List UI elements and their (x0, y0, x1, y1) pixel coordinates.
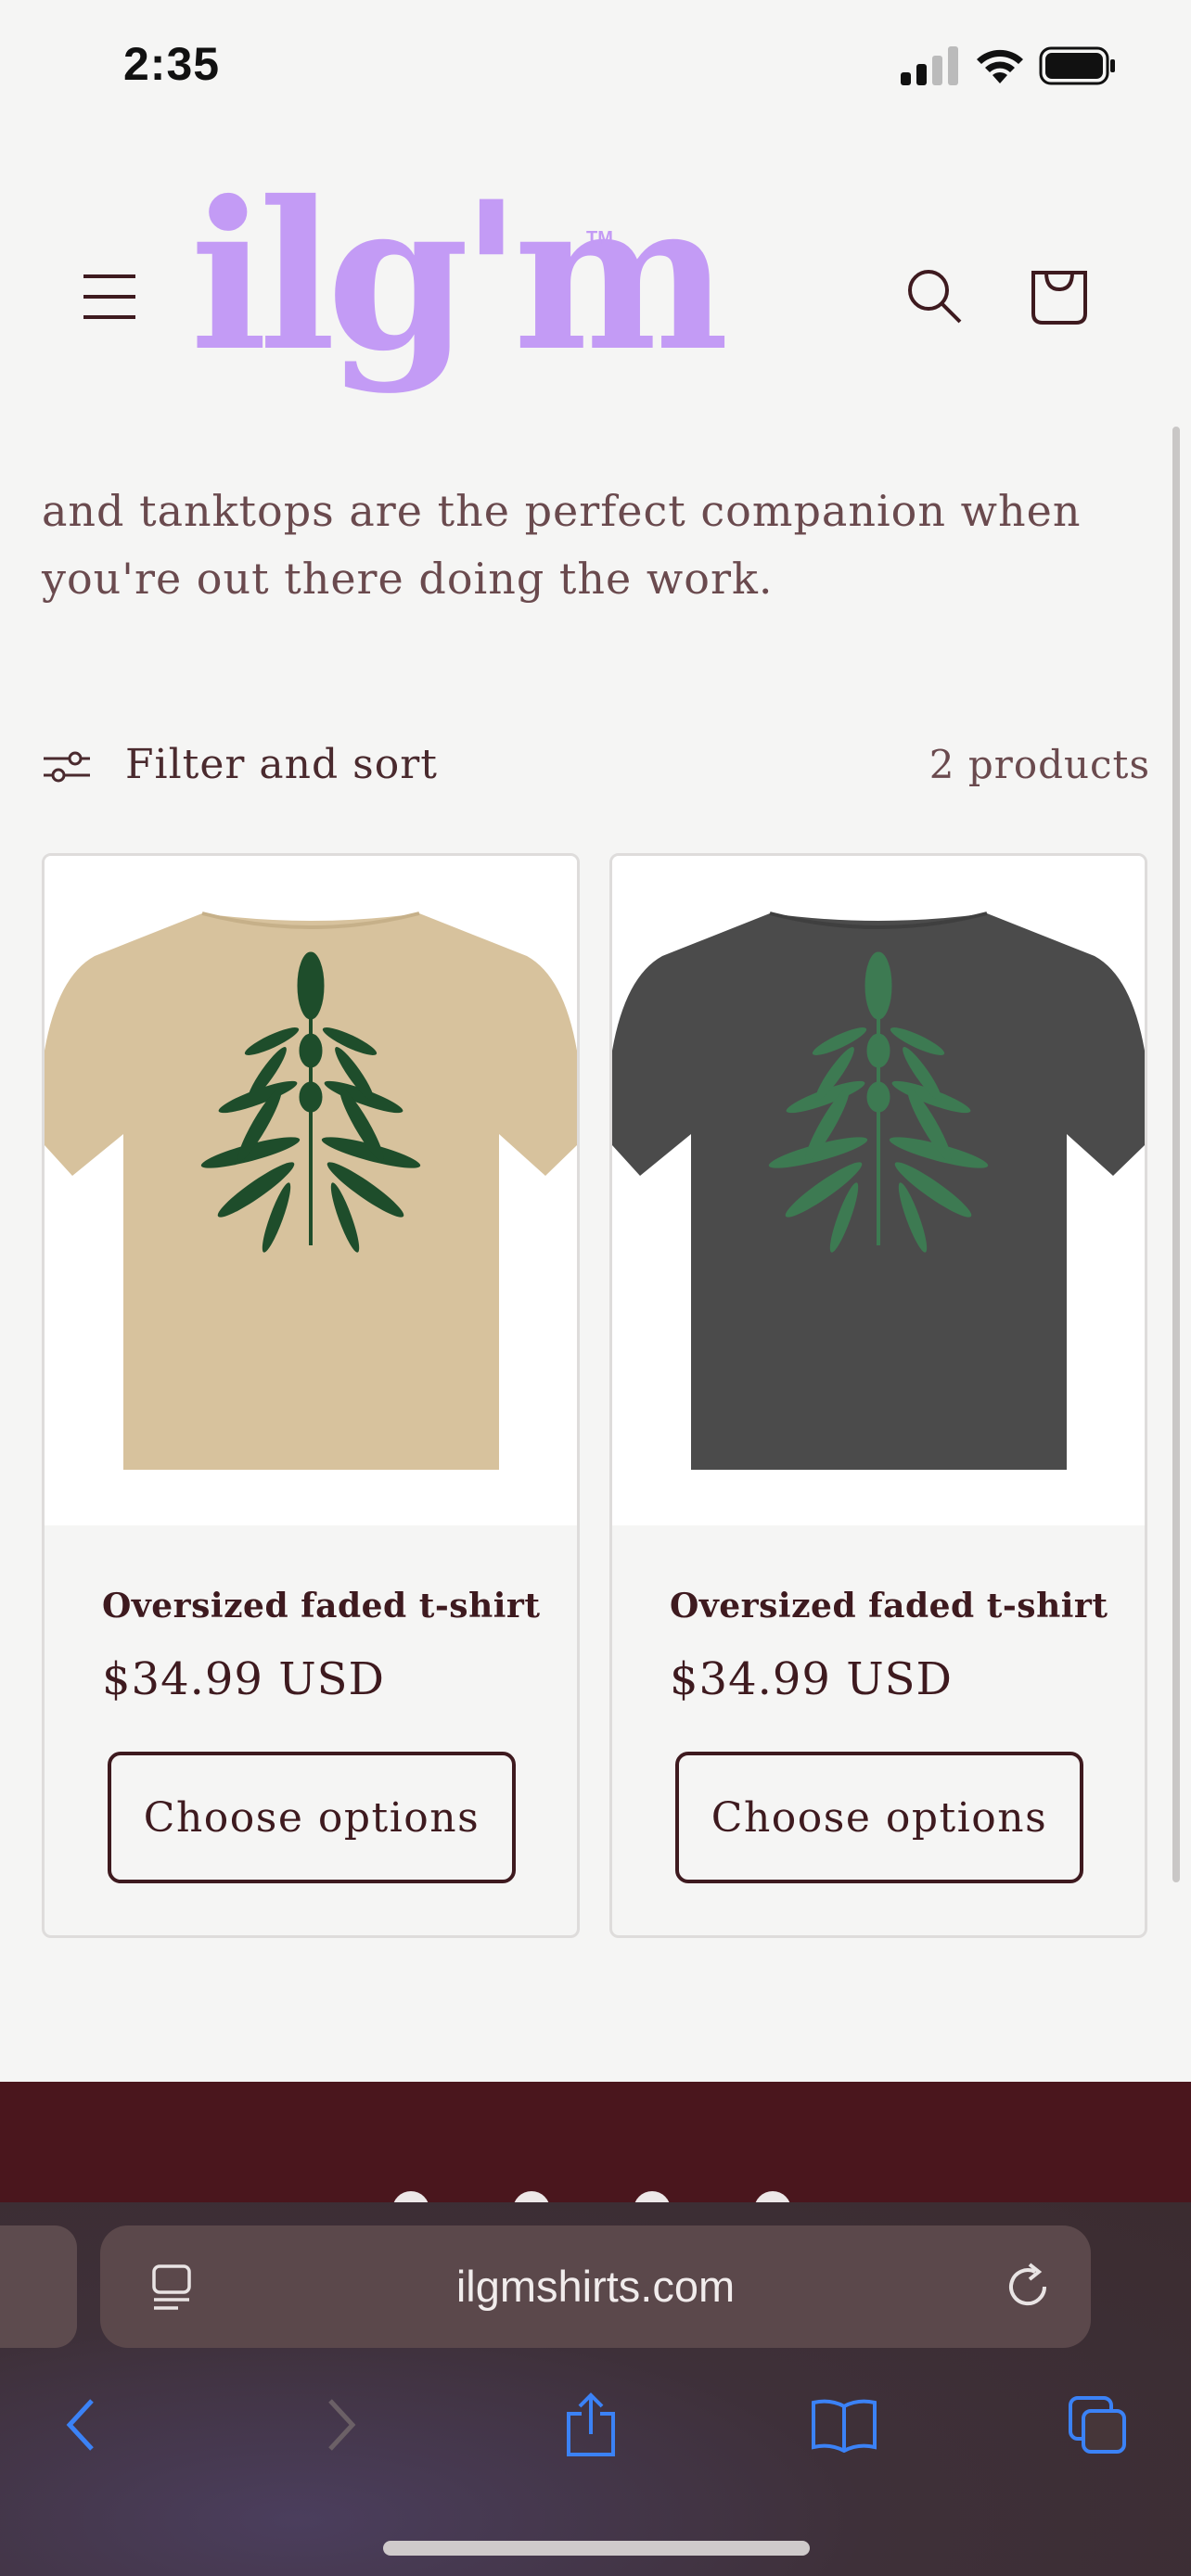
product-price: $34.99 USD (102, 1653, 386, 1705)
reload-icon[interactable] (1002, 2261, 1054, 2313)
product-count: 2 products (928, 742, 1150, 787)
page-scrollbar[interactable] (1172, 427, 1180, 1882)
collection-description: and tanktops are the perfect companion w… (42, 486, 1082, 604)
wifi-icon (977, 49, 1023, 83)
product-title[interactable]: Oversized faded t-shirt (102, 1587, 541, 1626)
site-footer (0, 2082, 1191, 2212)
tshirt-back-illustration (45, 912, 577, 1470)
filter-sort-row: Filter and sort 2 products (42, 737, 1150, 793)
forward-button[interactable] (289, 2374, 391, 2476)
hamburger-menu-icon[interactable] (82, 269, 137, 325)
product-title[interactable]: Oversized faded t-shirt (670, 1587, 1108, 1626)
share-icon (567, 2392, 615, 2456)
tshirt-back-illustration (612, 912, 1145, 1470)
status-bar: 2:35 (0, 0, 1191, 139)
choose-options-button[interactable]: Choose options (675, 1752, 1083, 1883)
previous-tab-preview[interactable] (0, 2225, 77, 2348)
chevron-left-icon (66, 2399, 94, 2451)
home-indicator[interactable] (383, 2541, 810, 2556)
back-button[interactable] (31, 2374, 133, 2476)
browser-toolbar (0, 2374, 1191, 2476)
cart-bag-icon[interactable] (1028, 261, 1091, 326)
filter-and-sort-button[interactable]: Filter and sort (125, 737, 438, 793)
search-icon[interactable] (904, 266, 964, 325)
status-time: 2:35 (123, 38, 221, 90)
product-card[interactable]: Oversized faded t-shirt $34.99 USD Choos… (42, 853, 580, 1938)
open-book-icon (812, 2399, 877, 2453)
chevron-right-icon (328, 2399, 356, 2451)
address-bar[interactable]: ilgmshirts.com (100, 2225, 1091, 2348)
bookmarks-button[interactable] (793, 2374, 895, 2476)
product-price: $34.99 USD (670, 1653, 954, 1705)
product-image[interactable] (612, 856, 1145, 1525)
url-text[interactable]: ilgmshirts.com (100, 2225, 1091, 2348)
share-button[interactable] (540, 2374, 642, 2476)
tabs-icon (1069, 2396, 1126, 2454)
battery-icon (1039, 46, 1115, 85)
site-logo[interactable]: ilg'm (190, 174, 729, 378)
tabs-button[interactable] (1046, 2374, 1148, 2476)
browser-chrome: ilgmshirts.com (0, 2202, 1191, 2576)
site-header: ilg'm TM (0, 139, 1191, 428)
choose-options-button[interactable]: Choose options (108, 1752, 516, 1883)
filter-sliders-icon[interactable] (42, 748, 92, 785)
logo-trademark: TM (586, 228, 613, 249)
cellular-signal-icon (901, 46, 958, 85)
product-image[interactable] (45, 856, 577, 1525)
product-card[interactable]: Oversized faded t-shirt $34.99 USD Choos… (609, 853, 1147, 1938)
